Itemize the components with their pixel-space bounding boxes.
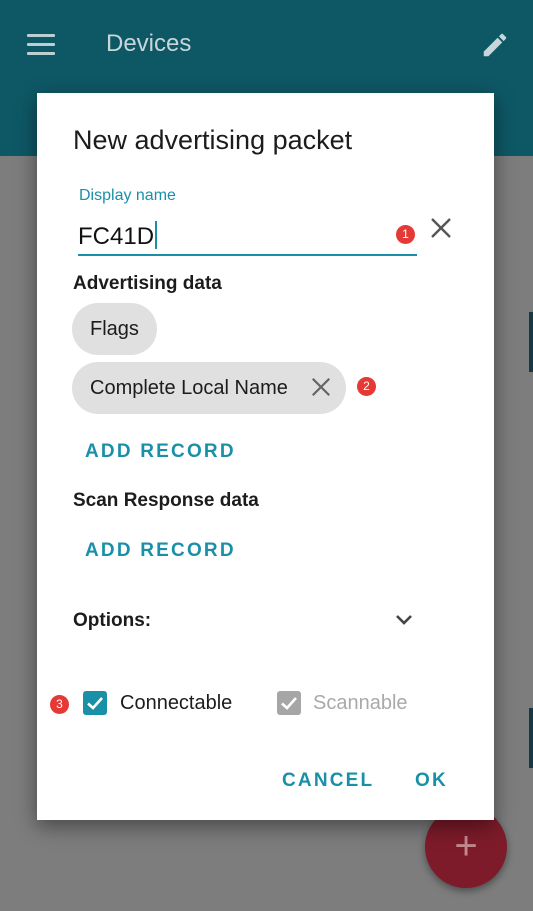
text-cursor (155, 221, 158, 249)
annotation-badge-2: 2 (357, 377, 376, 396)
connectable-label: Connectable (120, 692, 233, 714)
close-icon[interactable] (310, 376, 332, 398)
chip-label: Complete Local Name (90, 377, 288, 399)
scannable-label: Scannable (313, 692, 408, 714)
checkbox-icon (281, 697, 297, 710)
list-edge-marker (529, 312, 533, 372)
display-name-underline (78, 254, 417, 256)
display-name-value: FC41D (78, 223, 155, 250)
new-advertising-packet-dialog: New advertising packet Display name FC41… (37, 93, 494, 820)
annotation-badge-3: 3 (50, 695, 69, 714)
options-label[interactable]: Options: (73, 610, 151, 632)
chip-label: Flags (90, 318, 139, 340)
add-scan-response-record-button[interactable]: ADD RECORD (85, 540, 236, 562)
list-edge-marker (529, 708, 533, 768)
menu-icon[interactable] (27, 34, 55, 56)
dialog-title: New advertising packet (73, 125, 353, 155)
cancel-button[interactable]: CANCEL (282, 770, 374, 792)
ok-button[interactable]: OK (415, 770, 448, 792)
chip-complete-local-name[interactable]: Complete Local Name (72, 362, 346, 414)
display-name-input[interactable]: FC41D (78, 221, 158, 251)
chevron-down-icon[interactable] (392, 608, 416, 632)
annotation-badge-1: 1 (396, 225, 415, 244)
connectable-checkbox[interactable] (83, 691, 107, 715)
scannable-checkbox (277, 691, 301, 715)
edit-icon[interactable] (480, 30, 510, 60)
display-name-label: Display name (79, 187, 176, 204)
scan-response-heading: Scan Response data (73, 490, 259, 511)
clear-icon[interactable] (429, 216, 453, 240)
checkbox-icon (87, 697, 103, 710)
add-advertising-record-button[interactable]: ADD RECORD (85, 441, 236, 463)
app-title: Devices (106, 30, 192, 57)
chip-flags[interactable]: Flags (72, 303, 157, 355)
add-icon: + (454, 824, 478, 868)
advertising-data-heading: Advertising data (73, 273, 222, 294)
